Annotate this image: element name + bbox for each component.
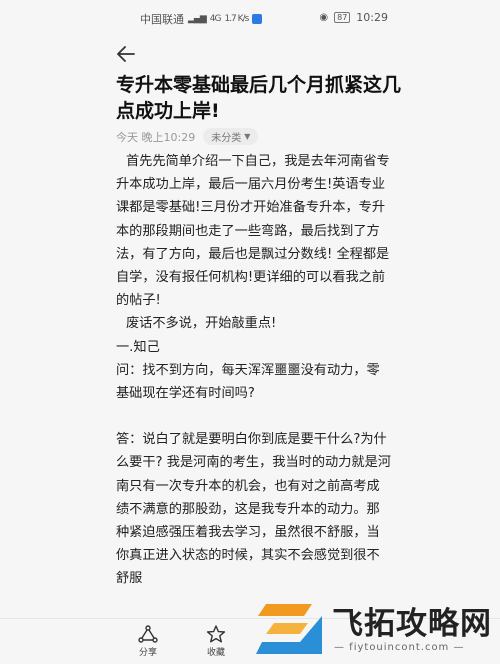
note-meta: 今天 晚上10:29 未分类 ▼	[116, 128, 259, 145]
network-speed: 1.7 K/s	[224, 14, 249, 24]
paragraph-intro: 首先先简单介绍一下自己，我是去年河南省专升本成功上岸，最后一届六月份考生!英语专…	[116, 154, 390, 309]
status-right: ◉ 87 10:29	[319, 11, 388, 24]
star-icon	[206, 625, 226, 643]
favorite-label: 收藏	[206, 648, 225, 658]
favorite-button[interactable]: 收藏	[196, 625, 236, 658]
share-label: 分享	[138, 648, 157, 658]
watermark-url: — fiytouincont.com —	[334, 642, 465, 653]
signal-icon: ▂▄▆	[188, 14, 207, 24]
eye-icon: ◉	[319, 12, 329, 23]
watermark-logo: 飞拓攻略网 — fiytouincont.com —	[252, 596, 498, 660]
clock: 10:29	[356, 11, 388, 24]
back-arrow-icon[interactable]	[114, 42, 138, 66]
watermark-brand: 飞拓攻略网	[332, 606, 492, 642]
paragraph-answer: 答：说白了就是要明白你到底是要干什么?为什么要干? 我是河南的考生，我当时的动力…	[116, 432, 391, 587]
status-bar: 中国联通 ▂▄▆ 4G 1.7 K/s ◉ 87 10:29	[0, 0, 500, 36]
app-notification-icon	[252, 14, 263, 24]
status-left: 中国联通 ▂▄▆ 4G 1.7 K/s	[140, 11, 263, 27]
paragraph-focus: 废话不多说，开始敲重点!	[126, 316, 277, 332]
category-label: 未分类	[211, 133, 242, 144]
network-type: 4G	[209, 14, 222, 24]
category-dropdown[interactable]: 未分类 ▼	[203, 128, 259, 145]
caret-down-icon: ▼	[244, 132, 251, 141]
battery-icon: 87	[334, 12, 351, 23]
note-date: 今天 晚上10:29	[116, 130, 196, 144]
share-icon	[138, 625, 158, 643]
section-heading: 一.知己	[116, 339, 160, 355]
note-body[interactable]: 首先先简单介绍一下自己，我是去年河南省专升本成功上岸，最后一届六月份考生!英语专…	[116, 150, 392, 618]
carrier-name: 中国联通	[140, 13, 184, 26]
note-title: 专升本零基础最后几个月抓紧这几点成功上岸!	[116, 74, 402, 122]
watermark-emblem-icon	[256, 604, 322, 654]
share-button[interactable]: 分享	[128, 625, 168, 658]
paragraph-question: 问：找不到方向，每天浑浑噩噩没有动力，零基础现在学还有时间吗?	[116, 362, 380, 402]
